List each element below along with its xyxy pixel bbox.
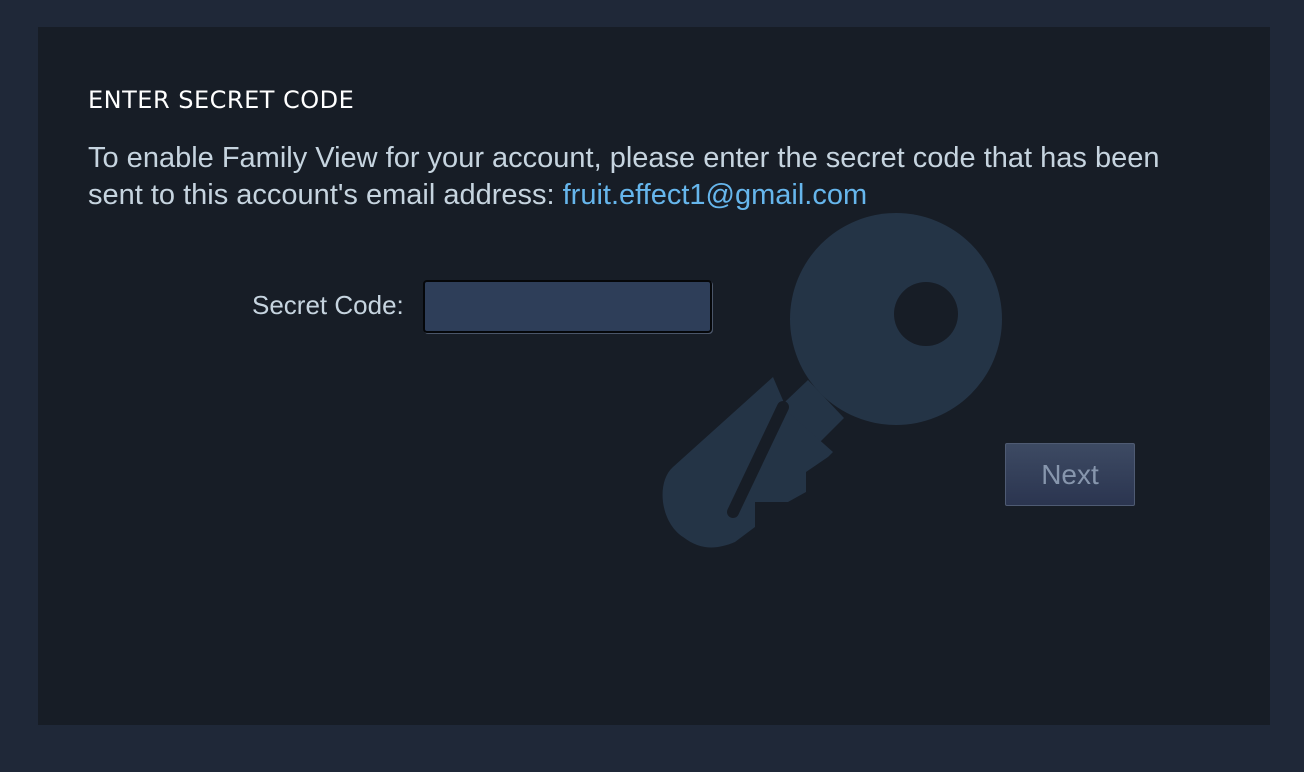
secret-code-label: Secret Code:: [252, 290, 404, 320]
dialog-title: ENTER SECRET CODE: [88, 86, 355, 114]
family-view-dialog: ENTER SECRET CODE To enable Family View …: [38, 27, 1270, 725]
key-icon: [662, 213, 1002, 548]
secret-code-input[interactable]: [423, 280, 712, 333]
next-button[interactable]: Next: [1005, 443, 1135, 506]
email-link[interactable]: fruit.effect1@gmail.com: [563, 179, 868, 211]
dialog-description: To enable Family View for your account, …: [88, 140, 1218, 214]
